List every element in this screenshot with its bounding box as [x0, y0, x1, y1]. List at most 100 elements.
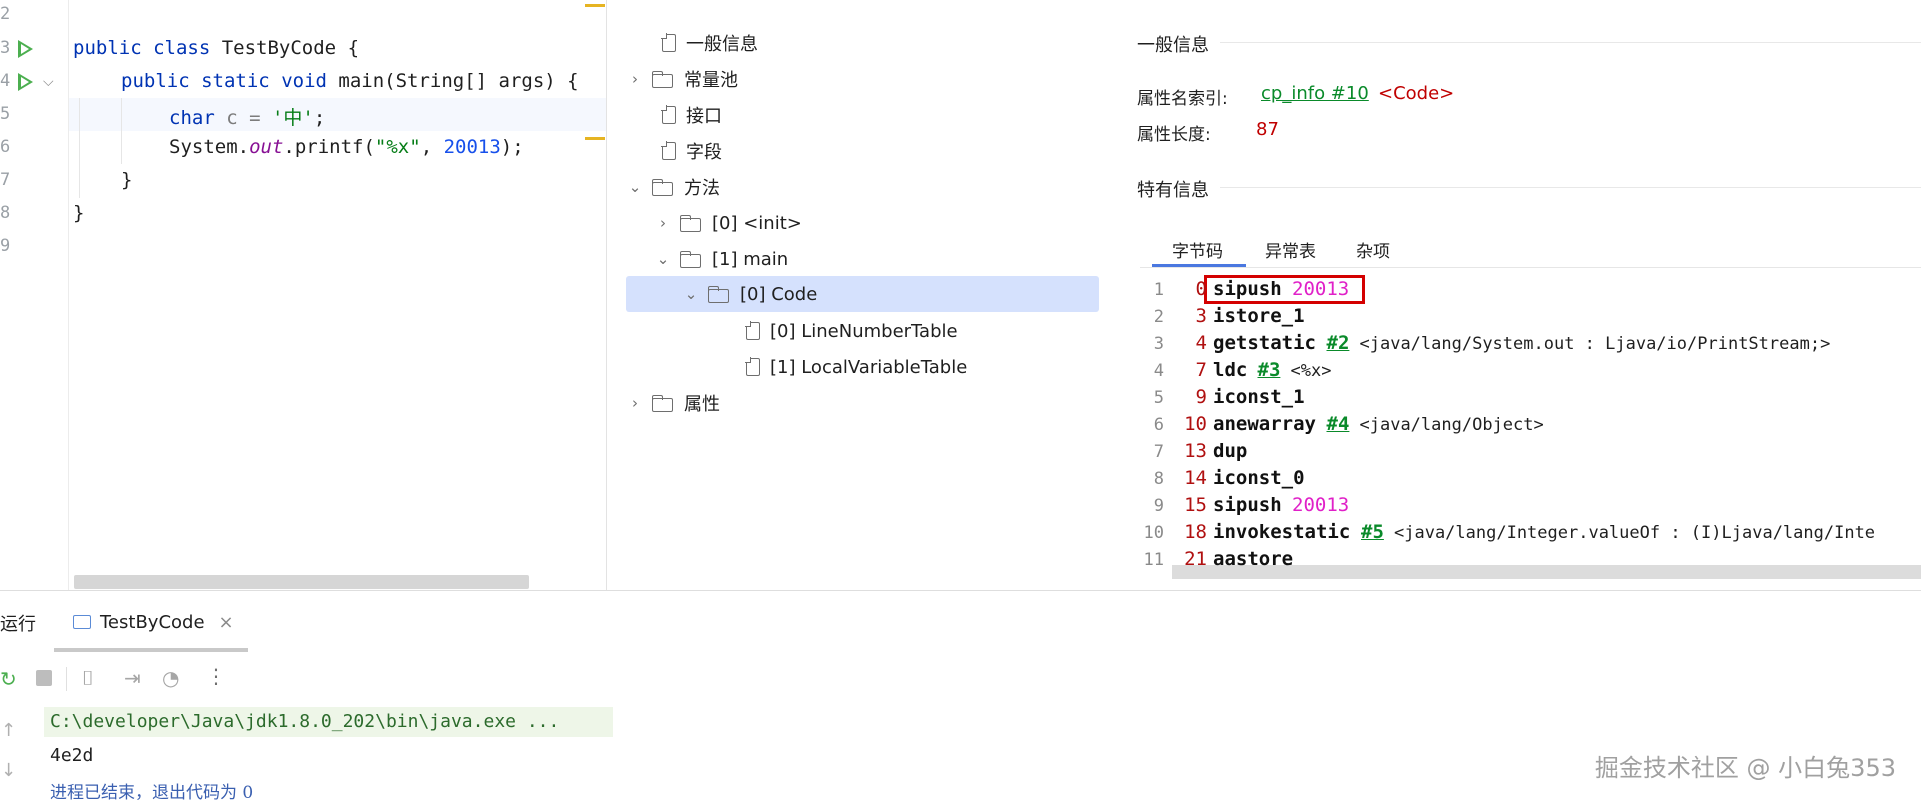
tree-item-label: 属性: [684, 394, 720, 415]
tree-item-label: 字段: [686, 142, 722, 163]
code-editor[interactable]: 2 3 4 5 6 7 8 9 ⌵ public class TestByCod…: [0, 0, 607, 590]
bytecode-opcode: getstatic: [1213, 332, 1316, 354]
tree-item-constant-pool[interactable]: › 常量池: [626, 62, 738, 96]
gauge-icon[interactable]: ◔: [162, 666, 179, 690]
bytecode-operand: 20013: [1292, 278, 1350, 300]
bytecode-row-number: 4: [1153, 361, 1164, 381]
bytecode-opcode: anewarray: [1213, 413, 1316, 435]
bytecode-row-number: 2: [1153, 307, 1164, 327]
bytecode-row[interactable]: 1 0 sipush 20013: [1140, 278, 1921, 305]
code-line-8: }: [73, 202, 85, 224]
editor-horizontal-scrollbar[interactable]: [74, 575, 529, 589]
chevron-down-icon[interactable]: ⌄: [626, 178, 644, 196]
bytecode-row-number: 6: [1153, 415, 1164, 435]
console-output-line: 4e2d: [50, 745, 94, 766]
stop-icon[interactable]: [36, 670, 52, 686]
attr-name-index-link[interactable]: cp_info #10: [1261, 83, 1369, 104]
section-divider: [1220, 42, 1921, 43]
chevron-right-icon[interactable]: ›: [654, 214, 672, 232]
folder-icon: [708, 285, 730, 303]
bytecode-row[interactable]: 9 15 sipush 20013: [1140, 494, 1921, 521]
bytecode-row-number: 8: [1153, 469, 1164, 489]
indent-guide: [79, 98, 80, 198]
close-icon[interactable]: ×: [219, 612, 234, 633]
code-line-4: public static void main(String[] args) {: [121, 70, 579, 92]
folder-icon: [652, 178, 674, 196]
bytecode-row-number: 9: [1153, 496, 1164, 516]
tree-item-label: [1] LocalVariableTable: [770, 356, 968, 378]
bytecode-offset: 18: [1184, 521, 1207, 543]
warning-marker[interactable]: [585, 137, 605, 140]
bytecode-row[interactable]: 10 18 invokestatic #5 <java/lang/Integer.val…: [1140, 521, 1921, 548]
bytecode-row-number: 10: [1143, 523, 1164, 543]
bytecode-row[interactable]: 7 13 dup: [1140, 440, 1921, 467]
tree-item-method-init[interactable]: › [0] <init>: [654, 206, 802, 240]
bytecode-offset: 7: [1195, 359, 1207, 381]
tree-item-label: 常量池: [684, 70, 738, 91]
general-info-title: 一般信息: [1137, 35, 1209, 56]
line-number: 7: [0, 170, 11, 190]
chevron-right-icon[interactable]: ›: [626, 394, 644, 412]
bytecode-row[interactable]: 11 21 aastore: [1140, 548, 1921, 575]
tab-exception-table[interactable]: 异常表: [1265, 237, 1316, 262]
tab-bytecode[interactable]: 字节码: [1172, 237, 1223, 262]
tree-item-methods[interactable]: ⌄ 方法: [626, 170, 720, 204]
bytecode-opcode: sipush: [1213, 278, 1282, 300]
tree-item-method-main[interactable]: ⌄ [1] main: [654, 242, 789, 276]
bytecode-cp-link[interactable]: #5: [1361, 521, 1384, 543]
tab-misc[interactable]: 杂项: [1356, 237, 1390, 262]
warning-marker[interactable]: [585, 4, 605, 7]
console-command-line[interactable]: C:\developer\Java\jdk1.8.0_202\bin\java.…: [50, 711, 559, 732]
bytecode-opcode: sipush: [1213, 494, 1282, 516]
bytecode-cp-link[interactable]: #3: [1258, 359, 1281, 381]
file-icon: [745, 357, 760, 376]
bytecode-row[interactable]: 6 10 anewarray #4 <java/lang/Object>: [1140, 413, 1921, 440]
tree-item-local-variable-table[interactable]: [1] LocalVariableTable: [720, 350, 967, 384]
run-main-icon[interactable]: [18, 73, 33, 91]
line-number: 5: [0, 104, 11, 124]
fold-chevron-icon[interactable]: ⌵: [43, 74, 54, 90]
section-divider: [1220, 187, 1921, 188]
folder-icon: [652, 70, 674, 88]
line-number: 4: [0, 71, 11, 91]
tree-item-code[interactable]: ⌄ [0] Code: [682, 277, 818, 311]
more-options-icon[interactable]: ⋮: [206, 664, 226, 688]
file-icon: [745, 321, 760, 340]
code-line-7: }: [121, 169, 133, 191]
bytecode-description: <java/lang/System.out : Ljava/io/PrintSt…: [1359, 334, 1831, 354]
bytecode-row[interactable]: 2 3 istore_1: [1140, 305, 1921, 332]
camera-icon[interactable]: ⌷: [82, 666, 94, 690]
chevron-down-icon[interactable]: ⌄: [654, 250, 672, 268]
bytecode-cp-link[interactable]: #4: [1327, 413, 1350, 435]
tree-item-line-number-table[interactable]: [0] LineNumberTable: [720, 314, 958, 348]
run-tab-testbycode[interactable]: TestByCode ×: [73, 607, 234, 637]
run-panel-title: 运行: [0, 614, 36, 635]
arrow-down-icon[interactable]: ↓: [1, 760, 16, 781]
bytecode-row[interactable]: 8 14 iconst_0: [1140, 467, 1921, 494]
bytecode-operand: 20013: [1292, 494, 1350, 516]
arrow-up-icon[interactable]: ↑: [1, 720, 16, 741]
bytecode-cp-link[interactable]: #2: [1327, 332, 1350, 354]
attr-length-label: 属性长度:: [1137, 125, 1211, 145]
rerun-icon[interactable]: ↻: [0, 667, 17, 691]
run-class-icon[interactable]: [18, 40, 33, 58]
folder-icon: [680, 250, 702, 268]
chevron-right-icon[interactable]: ›: [626, 70, 644, 88]
tree-item-general-info[interactable]: 一般信息: [636, 26, 758, 60]
tree-item-attributes[interactable]: › 属性: [626, 386, 720, 420]
bytecode-row[interactable]: 3 4 getstatic #2 <java/lang/System.out : Lja…: [1140, 332, 1921, 359]
bytecode-row-number: 1: [1153, 280, 1164, 300]
tree-item-interfaces[interactable]: 接口: [636, 98, 722, 132]
bytecode-row[interactable]: 5 9 iconst_1: [1140, 386, 1921, 413]
editor-gutter: 2 3 4 5 6 7 8 9 ⌵: [0, 0, 69, 590]
bytecode-row-number: 7: [1153, 442, 1164, 462]
tree-item-fields[interactable]: 字段: [636, 134, 722, 168]
bytecode-offset: 14: [1184, 467, 1207, 489]
export-icon[interactable]: ⇥: [124, 666, 141, 690]
tree-item-label: [1] main: [712, 248, 789, 270]
bytecode-opcode: invokestatic: [1213, 521, 1351, 543]
bytecode-row[interactable]: 4 7 ldc #3 <%x>: [1140, 359, 1921, 386]
file-icon: [661, 141, 676, 160]
chevron-down-icon[interactable]: ⌄: [682, 285, 700, 303]
folder-icon: [680, 214, 702, 232]
